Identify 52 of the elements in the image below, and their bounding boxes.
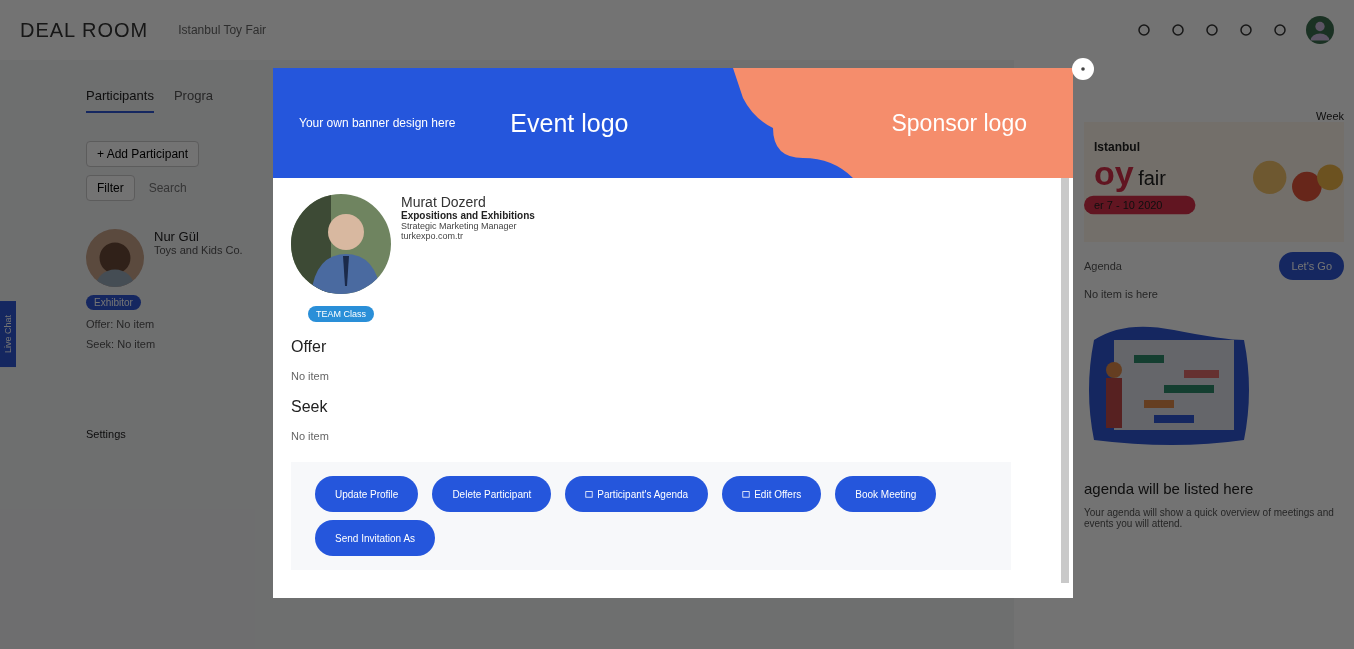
action-button[interactable]: Edit Offers <box>722 476 822 512</box>
search-field[interactable]: Search <box>146 175 271 201</box>
banner-text: Istanbul <box>1094 140 1141 154</box>
toolbar-icon[interactable] <box>1204 22 1220 38</box>
banner-date: er 7 - 10 2020 <box>1094 199 1164 211</box>
profile-name: Murat Dozerd <box>401 194 487 210</box>
filter-button[interactable]: Filter <box>86 175 135 201</box>
calendar-icon <box>742 490 751 498</box>
banner-text: fair <box>1138 167 1166 189</box>
action-button[interactable]: Update Profile <box>315 476 419 512</box>
sponsor-logo-text: Sponsor logo <box>891 109 1027 137</box>
toolbar-icon[interactable] <box>1170 22 1186 38</box>
profile-company: Expositions and Exhibitions <box>401 210 535 221</box>
logo[interactable]: DEAL ROOM <box>20 18 149 42</box>
seek-text: Seek: No item <box>86 338 156 350</box>
settings-link[interactable]: Settings <box>86 428 126 440</box>
participant-name: Nur Gül <box>154 229 200 244</box>
go-button[interactable]: Let's Go <box>1279 252 1344 280</box>
section-text: No item <box>291 430 330 442</box>
action-button[interactable]: Delete Participant <box>432 476 552 512</box>
profile-tag: TEAM Class <box>308 306 374 322</box>
agenda-note: No item is here <box>1084 288 1159 300</box>
toolbar-icon[interactable] <box>1238 22 1254 38</box>
add-participant-button[interactable]: + Add Participant <box>86 141 200 167</box>
section-title: Seek <box>291 398 329 416</box>
profile-role: Strategic Marketing Manager <box>401 221 518 231</box>
action-button[interactable]: Book Meeting <box>835 476 937 512</box>
calendar-icon <box>585 490 594 498</box>
section-text: No item <box>291 370 330 382</box>
close-icon <box>1080 66 1086 72</box>
tab[interactable]: Participants <box>86 80 154 113</box>
event-name: Istanbul Toy Fair <box>178 23 267 37</box>
toolbar-icon[interactable] <box>1272 22 1288 38</box>
agenda-label: Agenda <box>1084 260 1122 272</box>
action-button[interactable]: Participant's Agenda <box>565 476 709 512</box>
banner-text: Your own banner design here <box>299 116 456 130</box>
offer-text: Offer: No item <box>86 318 155 330</box>
scrollbar[interactable] <box>1061 178 1069 583</box>
week-tab[interactable]: Week <box>1316 110 1344 122</box>
banner-text: oy <box>1094 154 1134 192</box>
participant-tag: Exhibitor <box>86 295 141 310</box>
action-button[interactable]: Send Invitation As <box>315 520 436 556</box>
live-chat-tab[interactable]: Live Chat <box>0 301 16 368</box>
toolbar-icon[interactable] <box>1136 22 1152 38</box>
profile-website: turkexpo.com.tr <box>401 231 465 241</box>
event-logo-text: Event logo <box>510 108 629 138</box>
participant-company: Toys and Kids Co. <box>154 244 243 256</box>
empty-title: agenda will be listed here <box>1084 480 1255 497</box>
tab[interactable]: Progra <box>173 80 213 113</box>
empty-text: Your agenda will show a quick overview of meetings and events you will attend. <box>1084 507 1335 529</box>
section-title: Offer <box>291 338 328 356</box>
avatar-icon[interactable] <box>1306 16 1334 44</box>
